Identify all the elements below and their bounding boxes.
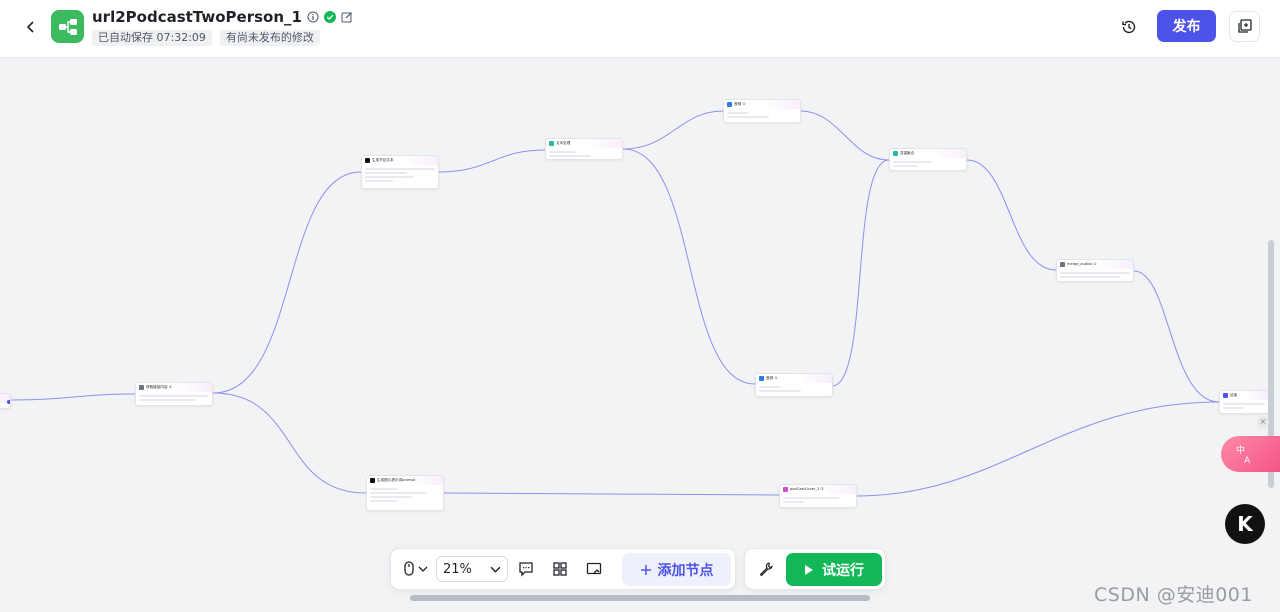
comment-icon [519,562,533,577]
edge-llm2-cover [442,492,780,496]
horizontal-scrollbar[interactable] [410,595,870,601]
autosave-status: 已自动保存 07:32:09 [92,30,212,46]
comment-button[interactable] [514,557,538,581]
end-icon [1223,393,1228,398]
workflow-canvas[interactable]: 获取链接内容 ① 生成节目文本 文本处理 音频 ① 变量聚合 音频 ① merg… [0,59,1280,612]
node-podcast-cover[interactable]: podCastCover_1 ② [779,484,857,508]
layout-button[interactable] [548,557,572,581]
copy-button[interactable] [1229,11,1260,42]
add-node-label: 添加节点 [657,562,714,579]
editor-header: url2PodcastTwoPerson_1 已自动保存 07:32:09 有尚… [0,0,1280,58]
workflow-logo-icon [51,10,84,43]
svg-text:A: A [1244,456,1251,465]
minimap-button[interactable] [582,557,606,581]
info-icon[interactable] [307,11,319,23]
node-llm-script[interactable]: 生成节目文本 [361,155,439,189]
audio-icon [759,376,764,381]
mode-dropdown[interactable] [415,557,431,581]
mouse-icon [404,561,414,576]
edge-start-fetch [10,393,136,401]
zoom-value: 21% [443,561,472,577]
minimap-icon [586,562,602,575]
node-fetch-url[interactable]: 获取链接内容 ① [135,382,213,406]
node-tts-1[interactable]: 音频 ① [723,99,801,123]
llm-icon [370,478,375,483]
node-merge-audios[interactable]: merge_audios ① [1056,259,1134,282]
settings-button[interactable] [754,557,778,581]
play-icon [805,564,813,575]
node-end[interactable]: 结束 [1219,390,1269,414]
audio-icon [727,102,732,107]
chevron-down-icon [490,566,501,573]
history-icon [1122,20,1136,34]
node-tts-2[interactable]: 音频 ① [755,373,833,397]
edge-fetch-llm2 [212,392,367,494]
run-toolbar: 试运行 [744,548,886,590]
merge-icon [893,151,898,156]
publish-button[interactable]: 发布 [1157,10,1216,42]
unpublished-badge: 有尚未发布的修改 [219,30,320,46]
node-type-icon [139,385,144,390]
edit-icon[interactable] [341,11,353,23]
node-variable-merge[interactable]: 变量聚合 [889,148,967,171]
add-node-button[interactable]: 添加节点 [622,553,731,586]
verified-check-icon [323,11,336,23]
edge-tts2-mergevar [831,159,890,387]
edge-tts1-mergevar [799,110,890,161]
llm-icon [365,158,370,163]
wrench-icon [759,562,773,577]
history-button[interactable] [1116,14,1142,40]
edge-mergeaudio-end [1133,270,1220,403]
edge-mergevar-mergeaudio [966,159,1057,271]
node-text-process[interactable]: 文本处理 [545,138,623,160]
svg-text:中: 中 [1236,444,1245,456]
edge-text-tts1 [622,110,724,150]
workflow-title: url2PodcastTwoPerson_1 [92,8,302,26]
chevron-down-icon [418,566,428,572]
plugin-icon [1060,262,1065,267]
edge-llm1-text [438,149,546,173]
edge-fetch-llm1 [212,171,362,394]
grid-icon [553,562,567,576]
translate-icon: 中A [1236,444,1251,465]
text-icon [549,141,554,146]
translate-button[interactable]: 中A [1221,436,1280,472]
assistant-k-button[interactable]: K [1225,504,1265,544]
edge-cover-end [855,401,1220,497]
test-run-button[interactable]: 试运行 [786,553,882,586]
edge-text-tts2 [622,148,756,385]
copy-icon [1238,19,1252,33]
plus-icon [640,564,651,575]
edges-layer [10,110,1220,497]
close-icon[interactable]: × [1257,416,1269,428]
image-icon [783,487,788,492]
output-port[interactable] [7,400,10,404]
node-start-partial[interactable] [0,393,11,409]
node-llm-image-prompt[interactable]: 生成图片提示词prompt [366,475,444,511]
canvas-toolbar: 21% 添加节点 [390,548,736,590]
chevron-left-icon [26,21,34,33]
watermark: CSDN @安迪001 [1094,584,1253,606]
back-button[interactable] [20,16,42,38]
zoom-select[interactable]: 21% [436,556,508,582]
test-run-label: 试运行 [822,562,864,579]
